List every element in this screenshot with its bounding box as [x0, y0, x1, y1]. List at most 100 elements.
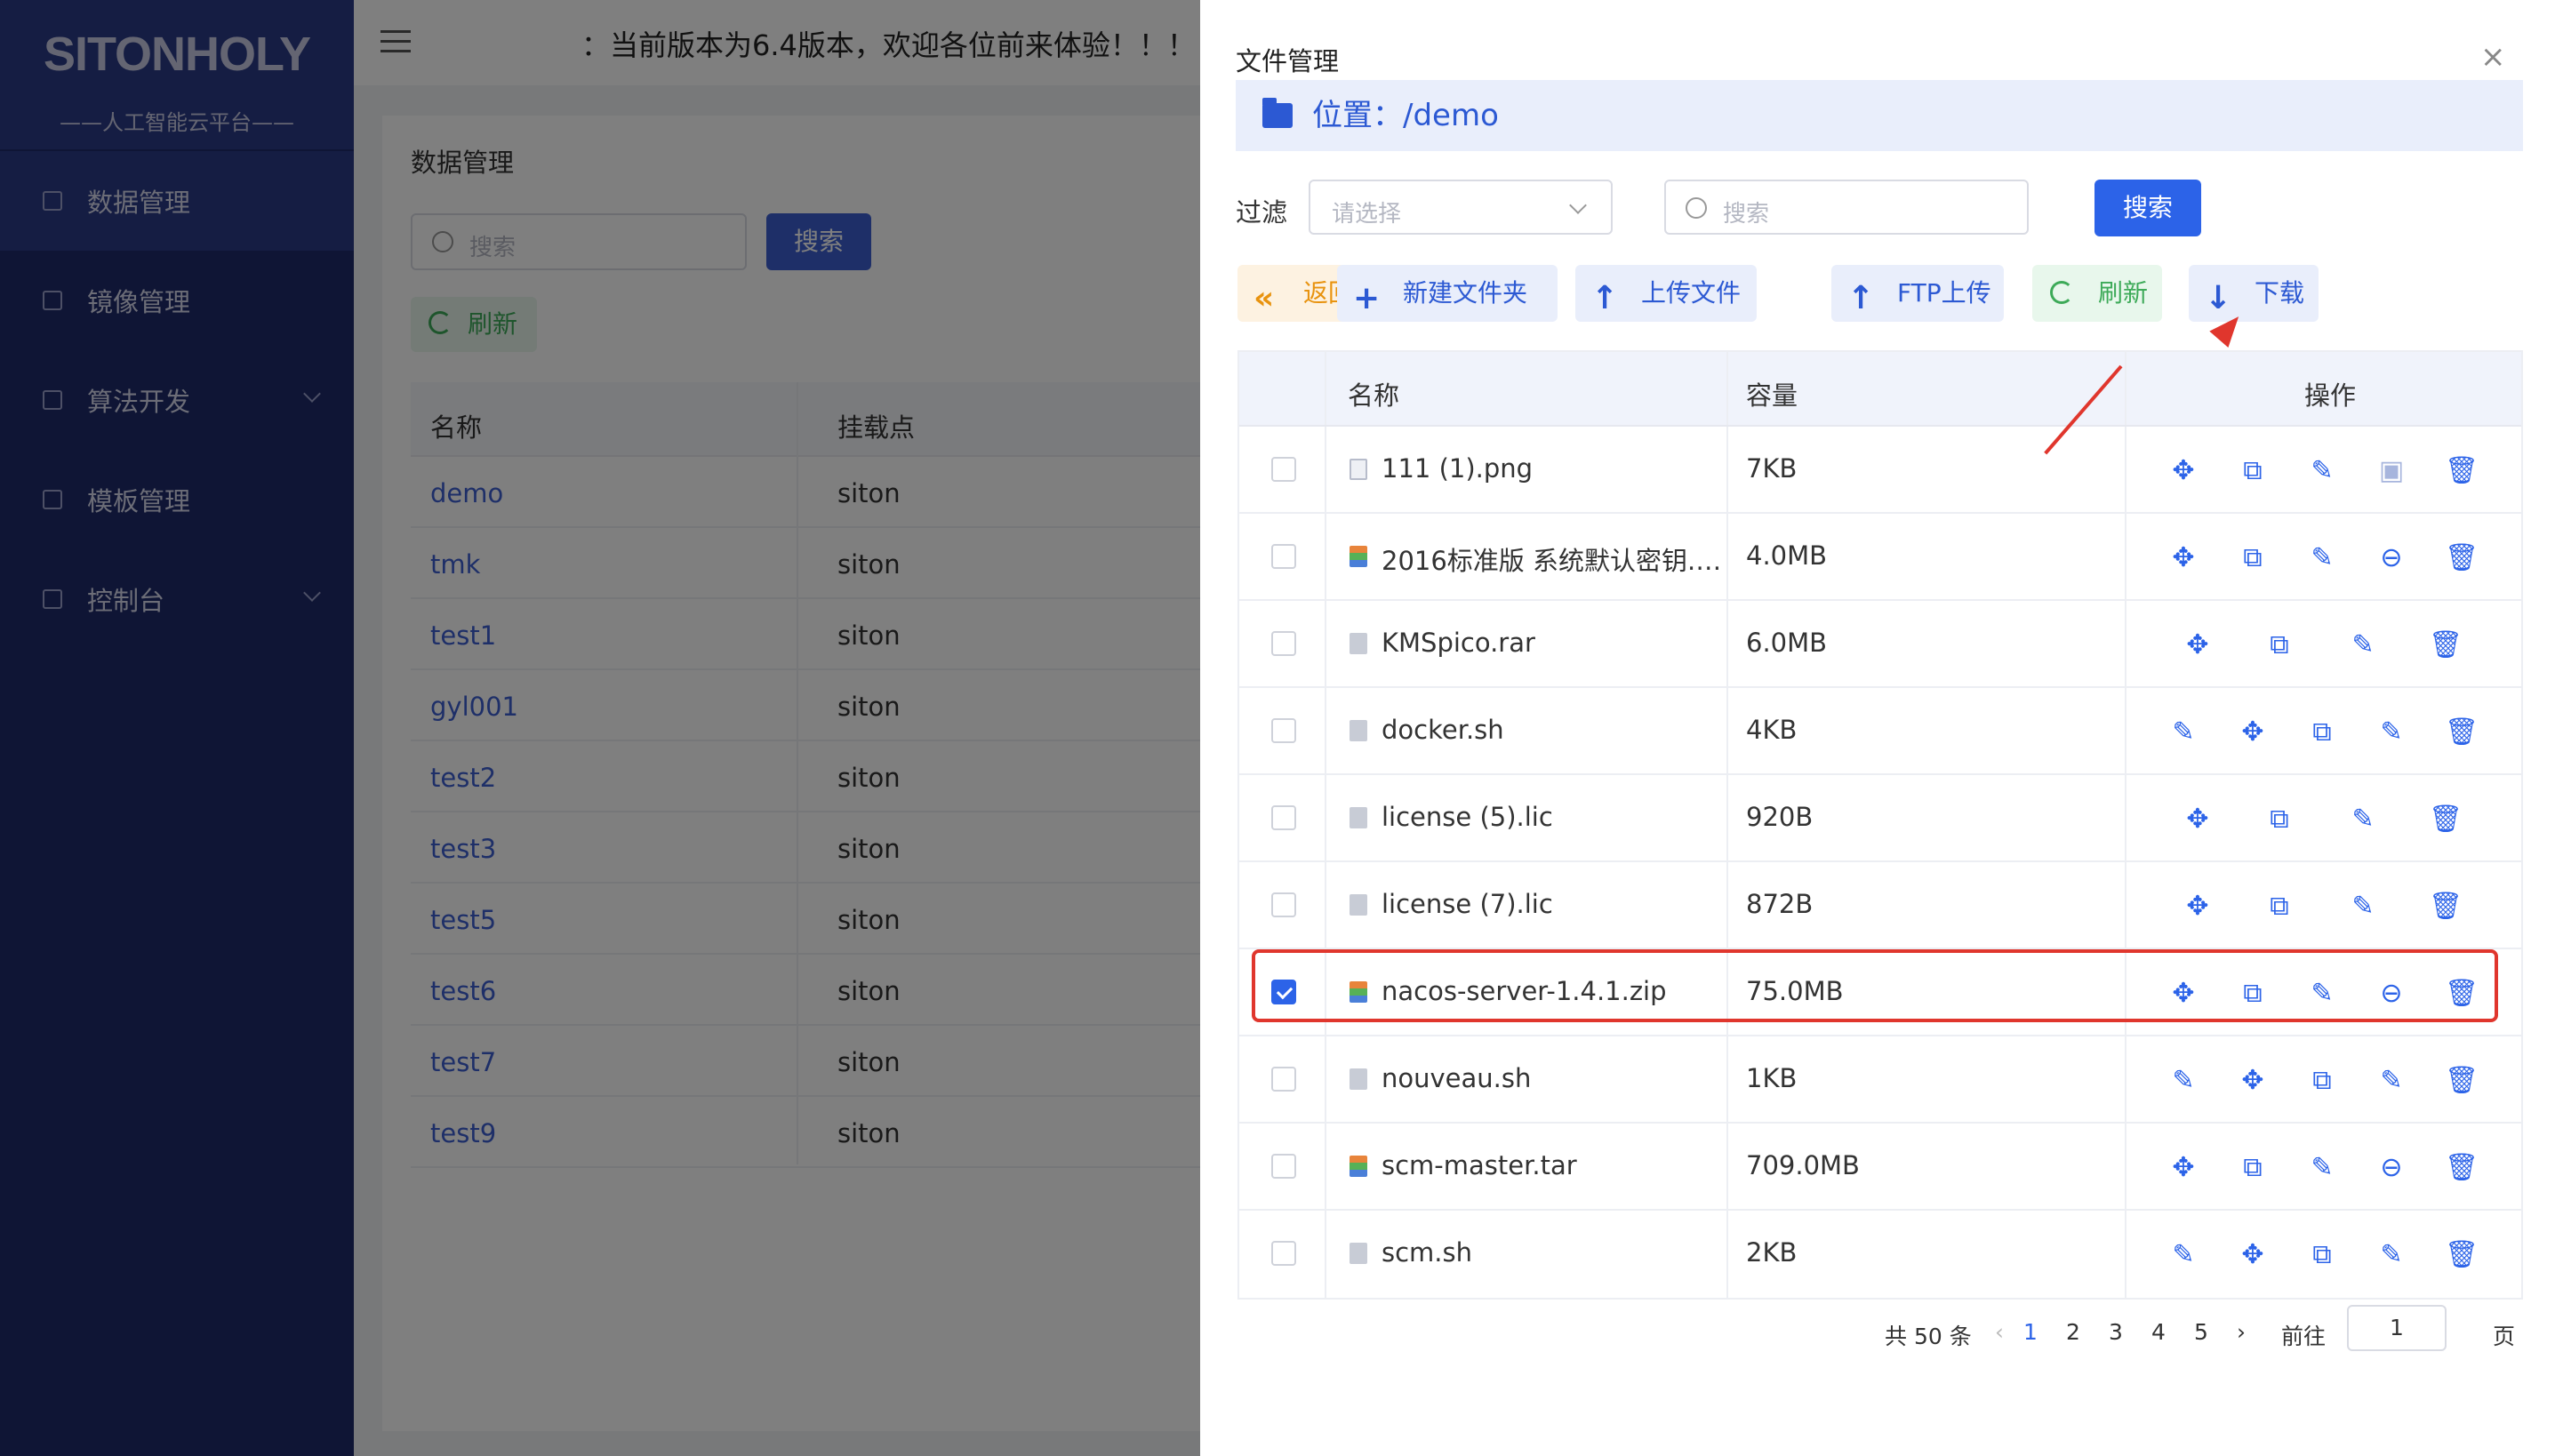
edit-icon[interactable]: ✎	[2375, 716, 2407, 748]
file-name[interactable]: license (5).lic	[1382, 802, 1553, 832]
delete-icon[interactable]: 🗑	[2445, 455, 2479, 487]
row-checkbox[interactable]	[1271, 1067, 1296, 1092]
file-row[interactable]: license (7).lic 872B ✥ ⧉ ✎ 🗑	[1239, 862, 2521, 949]
unzip-icon[interactable]: ⊖	[2375, 542, 2407, 574]
document-file-icon	[1350, 1243, 1367, 1264]
row-checkbox[interactable]	[1271, 544, 1296, 569]
file-name[interactable]: KMSpico.rar	[1382, 628, 1535, 658]
copy-icon[interactable]: ⧉	[2237, 455, 2269, 487]
copy-icon[interactable]: ⧉	[2263, 629, 2295, 661]
file-row[interactable]: 111 (1).png 7KB ✥ ⧉ ✎ ▣ 🗑	[1239, 427, 2521, 514]
delete-icon[interactable]: 🗑	[2445, 1152, 2479, 1184]
file-size: 7KB	[1746, 453, 1798, 484]
page-1[interactable]: 1	[2023, 1319, 2038, 1345]
edit-content-icon[interactable]: ✎	[2167, 716, 2199, 748]
copy-icon[interactable]: ⧉	[2263, 891, 2295, 923]
move-icon[interactable]: ✥	[2167, 455, 2199, 487]
file-name[interactable]: 111 (1).png	[1382, 453, 1533, 484]
copy-icon[interactable]: ⧉	[2263, 804, 2295, 836]
goto-page-input[interactable]: 1	[2347, 1305, 2447, 1351]
column-divider	[1325, 862, 1326, 948]
delete-icon[interactable]: 🗑	[2429, 629, 2463, 661]
file-row[interactable]: scm.sh 2KB ✎ ✥ ⧉ ✎ 🗑	[1239, 1211, 2521, 1298]
move-icon[interactable]: ✥	[2237, 716, 2269, 748]
edit-icon[interactable]: ✎	[2347, 891, 2379, 923]
copy-icon[interactable]: ⧉	[2237, 542, 2269, 574]
row-checkbox[interactable]	[1271, 718, 1296, 743]
row-checkbox[interactable]	[1271, 1154, 1296, 1179]
column-divider	[2125, 352, 2126, 425]
column-divider	[1325, 352, 1326, 425]
file-name[interactable]: license (7).lic	[1382, 889, 1553, 919]
edit-icon[interactable]: ✎	[2306, 542, 2338, 574]
filter-select[interactable]: 请选择	[1309, 180, 1613, 235]
preview-icon[interactable]: ▣	[2375, 455, 2407, 487]
delete-icon[interactable]: 🗑	[2445, 1239, 2479, 1271]
close-icon[interactable]: ×	[2480, 39, 2506, 75]
row-checkbox[interactable]	[1271, 892, 1296, 917]
row-checkbox[interactable]	[1271, 457, 1296, 482]
page-2[interactable]: 2	[2066, 1319, 2080, 1345]
edit-icon[interactable]: ✎	[2306, 455, 2338, 487]
row-checkbox[interactable]	[1271, 631, 1296, 656]
file-row[interactable]: docker.sh 4KB ✎ ✥ ⧉ ✎ 🗑	[1239, 688, 2521, 775]
move-icon[interactable]: ✥	[2237, 1239, 2269, 1271]
column-divider	[1726, 775, 1728, 860]
file-row[interactable]: license (5).lic 920B ✥ ⧉ ✎ 🗑	[1239, 775, 2521, 862]
file-name[interactable]: scm-master.tar	[1382, 1150, 1577, 1180]
row-checkbox[interactable]	[1271, 805, 1296, 830]
delete-icon[interactable]: 🗑	[2445, 1065, 2479, 1097]
move-icon[interactable]: ✥	[2182, 629, 2214, 661]
file-row[interactable]: scm-master.tar 709.0MB ✥ ⧉ ✎ ⊖ 🗑	[1239, 1124, 2521, 1211]
column-divider	[2125, 862, 2126, 948]
delete-icon[interactable]: 🗑	[2445, 542, 2479, 574]
move-icon[interactable]: ✥	[2237, 1065, 2269, 1097]
selected-row-highlight	[1252, 949, 2498, 1022]
copy-icon[interactable]: ⧉	[2306, 1239, 2338, 1271]
page-4[interactable]: 4	[2151, 1319, 2166, 1345]
upload-file-button[interactable]: ↑ 上传文件	[1575, 265, 1757, 322]
column-header-actions: 操作	[2304, 380, 2357, 411]
unzip-icon[interactable]: ⊖	[2375, 1152, 2407, 1184]
column-header-size: 容量	[1746, 380, 1798, 411]
new-folder-button[interactable]: + 新建文件夹	[1337, 265, 1558, 322]
delete-icon[interactable]: 🗑	[2429, 891, 2463, 923]
prev-page-icon[interactable]: ‹	[1995, 1319, 2004, 1345]
move-icon[interactable]: ✥	[2167, 542, 2199, 574]
file-row[interactable]: nouveau.sh 1KB ✎ ✥ ⧉ ✎ 🗑	[1239, 1036, 2521, 1124]
file-row[interactable]: KMSpico.rar 6.0MB ✥ ⧉ ✎ 🗑	[1239, 601, 2521, 688]
edit-icon[interactable]: ✎	[2347, 804, 2379, 836]
file-name[interactable]: nouveau.sh	[1382, 1063, 1531, 1093]
delete-icon[interactable]: 🗑	[2429, 804, 2463, 836]
page-3[interactable]: 3	[2109, 1319, 2123, 1345]
edit-icon[interactable]: ✎	[2347, 629, 2379, 661]
file-name[interactable]: docker.sh	[1382, 715, 1504, 745]
copy-icon[interactable]: ⧉	[2306, 716, 2338, 748]
edit-icon[interactable]: ✎	[2375, 1239, 2407, 1271]
move-icon[interactable]: ✥	[2182, 804, 2214, 836]
edit-icon[interactable]: ✎	[2306, 1152, 2338, 1184]
goto-label: 前往	[2281, 1324, 2327, 1349]
next-page-icon[interactable]: ›	[2237, 1319, 2246, 1345]
copy-icon[interactable]: ⧉	[2237, 1152, 2269, 1184]
download-button[interactable]: ↓ 下载	[2189, 265, 2319, 322]
archive-file-icon	[1350, 1156, 1367, 1177]
file-row[interactable]: 2016标准版 系统默认密钥.… 4.0MB ✥ ⧉ ✎ ⊖ 🗑	[1239, 514, 2521, 601]
file-name[interactable]: 2016标准版 系统默认密钥.…	[1382, 540, 1721, 578]
file-search-button[interactable]: 搜索	[2094, 180, 2201, 236]
refresh-button[interactable]: 刷新	[2032, 265, 2162, 322]
file-search-input[interactable]: 搜索	[1664, 180, 2029, 235]
edit-content-icon[interactable]: ✎	[2167, 1065, 2199, 1097]
modal-overlay[interactable]	[0, 0, 1200, 1456]
row-checkbox[interactable]	[1271, 1241, 1296, 1266]
move-icon[interactable]: ✥	[2182, 891, 2214, 923]
edit-content-icon[interactable]: ✎	[2167, 1239, 2199, 1271]
ftp-upload-button[interactable]: ↑ FTP上传	[1831, 265, 2004, 322]
file-name[interactable]: scm.sh	[1382, 1237, 1472, 1268]
copy-icon[interactable]: ⧉	[2306, 1065, 2338, 1097]
page-5[interactable]: 5	[2194, 1319, 2208, 1345]
edit-icon[interactable]: ✎	[2375, 1065, 2407, 1097]
delete-icon[interactable]: 🗑	[2445, 716, 2479, 748]
chevron-down-icon	[1569, 196, 1587, 214]
move-icon[interactable]: ✥	[2167, 1152, 2199, 1184]
